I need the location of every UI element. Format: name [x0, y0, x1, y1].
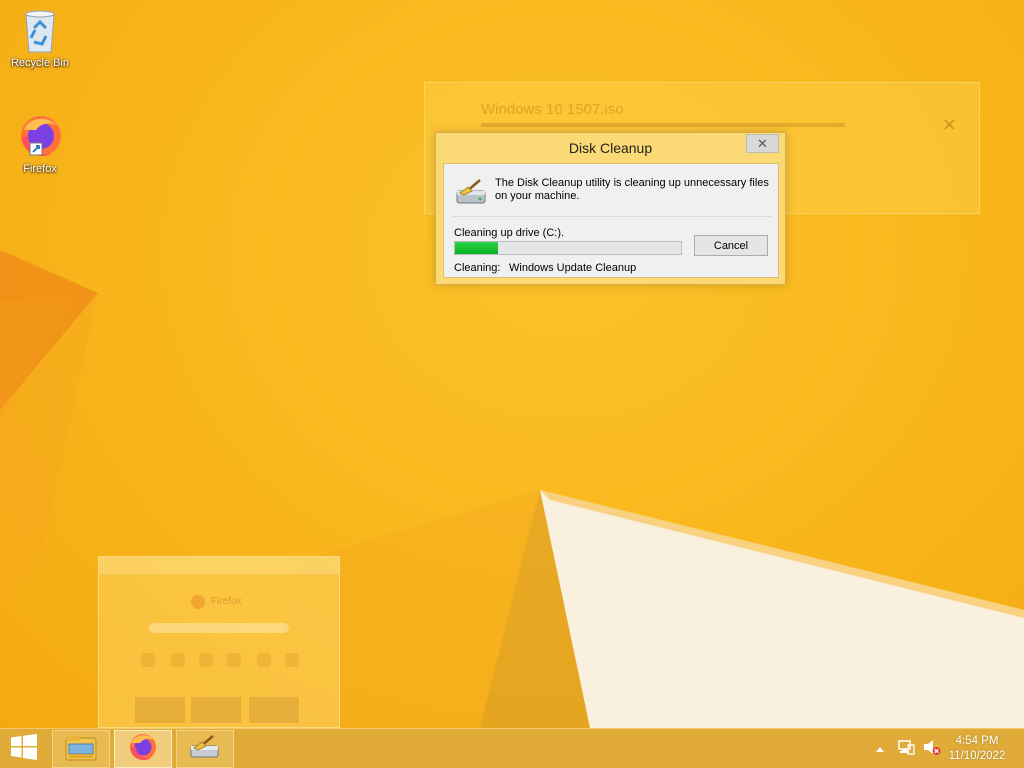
ghost-browser-name: Firefox	[211, 596, 242, 607]
ghost-thumbnail	[191, 697, 241, 723]
dialog-title: Disk Cleanup	[568, 140, 653, 156]
desktop: Recycle Bin Firefox Windows 10 1507.iso …	[0, 0, 1024, 728]
ghost-shortcut-tile	[257, 653, 271, 667]
taskbar-disk-cleanup[interactable]	[176, 730, 234, 768]
network-tray-button[interactable]	[894, 729, 918, 768]
windows-logo-icon	[11, 733, 37, 765]
close-button[interactable]: ✕	[746, 134, 779, 153]
volume-tray-button[interactable]	[920, 729, 944, 768]
ghost-shortcut-tile	[227, 653, 241, 667]
cleaning-status: Cleaning: Windows Update Cleanup	[454, 262, 636, 274]
taskbar-file-explorer[interactable]	[52, 730, 110, 768]
dialog-titlebar[interactable]: Disk Cleanup ✕	[436, 133, 785, 163]
ghost-shortcut-tile	[171, 653, 185, 667]
ghost-shortcut-tile	[285, 653, 299, 667]
cancel-button[interactable]: Cancel	[694, 235, 768, 256]
desktop-icon-label: Recycle Bin	[10, 57, 70, 69]
ghost-thumbnail	[249, 697, 299, 723]
cleanup-progress-bar	[454, 241, 682, 255]
recycle-bin-icon	[16, 6, 64, 54]
ghost-search-box	[149, 623, 289, 633]
disk-cleanup-icon	[189, 734, 221, 765]
desktop-icon-firefox[interactable]: Firefox	[0, 112, 80, 176]
ghost-shortcut-tile	[141, 653, 155, 667]
progress-fill	[455, 242, 498, 254]
chevron-up-icon	[875, 740, 885, 758]
file-explorer-icon	[64, 732, 98, 767]
clock-time: 4:54 PM	[955, 735, 999, 747]
volume-muted-icon	[923, 738, 941, 761]
dialog-body: The Disk Cleanup utility is cleaning up …	[443, 163, 779, 278]
desktop-icon-label: Firefox	[23, 163, 57, 175]
ghost-thumbnail	[135, 697, 185, 723]
divider	[452, 216, 772, 217]
disk-cleanup-dialog: Disk Cleanup ✕ The Disk Cleanup utility …	[435, 132, 786, 285]
status-key: Cleaning:	[454, 262, 501, 274]
status-value: Windows Update Cleanup	[509, 262, 637, 274]
firefox-icon	[128, 732, 158, 767]
close-icon: ✕	[941, 115, 957, 135]
ghost-browser-toolbar	[99, 557, 339, 575]
ghost-shortcut-tile	[199, 653, 213, 667]
ghost-download-progress	[481, 123, 845, 127]
network-icon	[897, 738, 915, 761]
dialog-description: The Disk Cleanup utility is cleaning up …	[495, 177, 769, 202]
close-icon: ✕	[757, 135, 768, 151]
clock-date: 11/10/2022	[948, 750, 1006, 762]
firefox-icon	[16, 112, 64, 160]
start-button[interactable]	[0, 729, 48, 768]
taskbar: 4:54 PM 11/10/2022	[0, 728, 1024, 768]
show-hidden-icons-button[interactable]	[872, 729, 888, 768]
desktop-icon-recycle-bin[interactable]: Recycle Bin	[0, 6, 80, 70]
taskbar-firefox[interactable]	[114, 730, 172, 768]
firefox-icon	[191, 595, 205, 609]
disk-cleanup-icon	[454, 177, 490, 207]
taskbar-clock[interactable]: 4:54 PM 11/10/2022	[942, 734, 1012, 764]
ghost-download-title: Windows 10 1507.iso	[481, 101, 624, 118]
ghost-browser-window: Firefox	[98, 556, 340, 728]
drive-status-text: Cleaning up drive (C:).	[454, 227, 565, 239]
